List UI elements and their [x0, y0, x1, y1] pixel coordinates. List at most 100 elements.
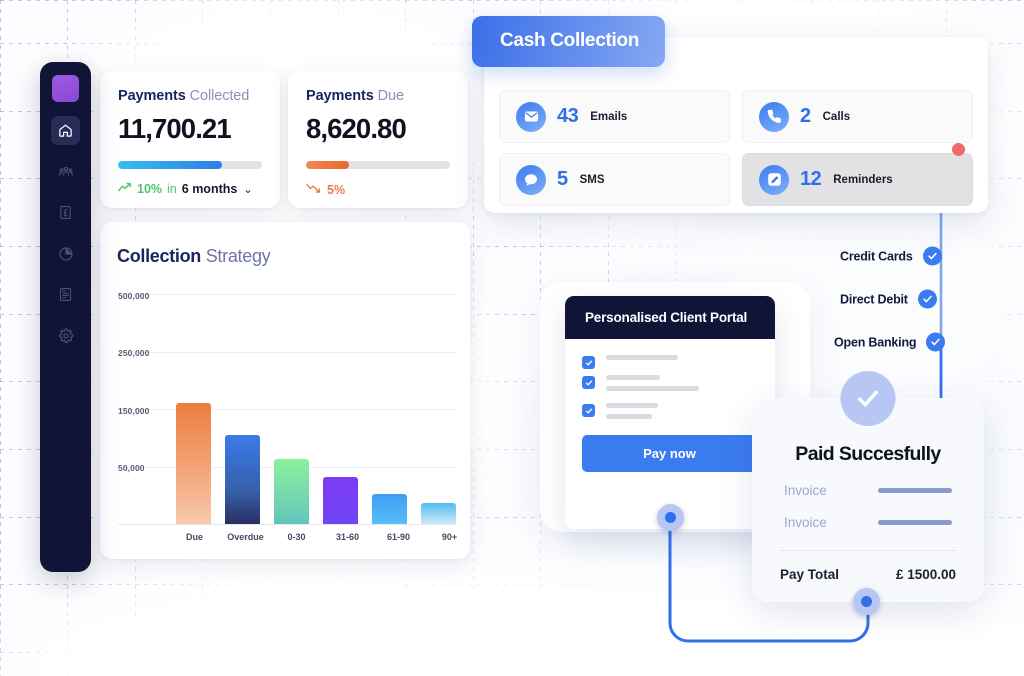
- pay-total-value: £ 1500.00: [895, 567, 956, 582]
- cc-tile-sms[interactable]: 5 SMS: [499, 153, 730, 206]
- checkbox-checked-icon[interactable]: [582, 376, 595, 389]
- invoice-label: Invoice: [784, 483, 827, 498]
- cc-tile-emails[interactable]: 43 Emails: [499, 90, 730, 143]
- collection-strategy-card: Collection Strategy 500,000 250,000 150,…: [100, 222, 470, 559]
- payment-method-open-banking[interactable]: Open Banking: [834, 332, 946, 352]
- check-circle-icon: [926, 332, 946, 352]
- kpi-progress-track: [118, 161, 262, 169]
- paid-title: Paid Succesfully: [795, 443, 941, 465]
- connector-dot-portal[interactable]: [657, 504, 684, 531]
- users-icon: [58, 164, 74, 180]
- x-axis-tick: 0-30: [287, 532, 306, 542]
- invoice-label: Invoice: [784, 515, 827, 530]
- y-axis-tick: 500,000: [118, 291, 150, 301]
- kpi-value: 8,620.80: [306, 113, 407, 144]
- y-axis-tick: 150,000: [118, 405, 150, 416]
- checkbox-checked-icon[interactable]: [582, 356, 595, 369]
- list-item[interactable]: [582, 355, 757, 369]
- x-axis-tick: Due: [185, 532, 203, 542]
- checkbox-checked-icon[interactable]: [582, 404, 595, 417]
- list-item[interactable]: [582, 375, 757, 397]
- cc-count: 43: [557, 105, 579, 127]
- kpi-title-bold: Payments: [118, 88, 186, 104]
- kpi-title: Payments Collected: [118, 88, 262, 104]
- sidebar-item-payments[interactable]: [51, 198, 80, 227]
- chart-bars: [176, 294, 456, 524]
- list-item[interactable]: [582, 403, 757, 425]
- connector-dot-paid[interactable]: [853, 588, 880, 615]
- pay-total-label: Pay Total: [780, 567, 840, 582]
- list-item-lines: [606, 375, 757, 397]
- cc-tile-calls[interactable]: 2 Calls: [742, 90, 973, 143]
- bar-90-plus[interactable]: [421, 503, 456, 524]
- kpi-trend-period: 6 months: [181, 182, 238, 196]
- sidebar-item-reports[interactable]: [51, 239, 80, 268]
- kpi-trend-pct: 5%: [327, 182, 346, 197]
- x-axis-tick: 90+: [441, 532, 458, 542]
- chart-title-bold: Collection: [117, 246, 202, 266]
- payment-method-credit-cards[interactable]: Credit Cards: [840, 246, 942, 266]
- sidebar: [40, 62, 91, 572]
- y-axis-tick: 50,000: [118, 463, 145, 473]
- pound-money-icon: [58, 205, 73, 220]
- trend-down-icon: [306, 182, 322, 197]
- cc-count: 12: [800, 168, 822, 190]
- cash-collection-badge: Cash Collection: [472, 16, 666, 67]
- cc-label: SMS: [579, 173, 605, 186]
- payment-method-label: Open Banking: [834, 335, 917, 349]
- app-logo-icon[interactable]: [52, 75, 79, 102]
- cc-label: Calls: [822, 110, 851, 123]
- kpi-card-payments-collected: Payments Collected 11,700.21 10% in 6 mo…: [100, 71, 280, 208]
- invoice-row: Invoice: [752, 515, 984, 530]
- bar-61-90[interactable]: [372, 494, 407, 524]
- bar-column[interactable]: [421, 294, 456, 524]
- bar-0-30[interactable]: [274, 459, 309, 524]
- chart-title: Collection Strategy: [117, 246, 271, 267]
- canvas: Payments Collected 11,700.21 10% in 6 mo…: [0, 0, 1024, 676]
- client-portal-body: Pay now: [565, 339, 775, 488]
- bar-column[interactable]: [323, 294, 358, 524]
- phone-icon: [759, 101, 789, 132]
- x-axis-tick: 61-90: [386, 532, 411, 542]
- payment-method-direct-debit[interactable]: Direct Debit: [840, 289, 937, 309]
- sidebar-item-home[interactable]: [51, 116, 80, 145]
- bar-column[interactable]: [176, 294, 211, 524]
- sidebar-item-settings[interactable]: [51, 321, 80, 350]
- kpi-trend: 10% in 6 months ⌄: [118, 182, 262, 196]
- bar-31-60[interactable]: [323, 476, 358, 524]
- reminder-edit-icon: [759, 164, 789, 195]
- sms-bubble-icon: [516, 164, 546, 195]
- invoice-value-placeholder: [878, 520, 952, 525]
- sidebar-item-documents[interactable]: [51, 280, 80, 309]
- check-mark-icon: [840, 371, 896, 426]
- pie-chart-icon: [58, 246, 74, 262]
- chart-plot-area: 500,000 250,000 150,000 50,000 Due Overd…: [118, 291, 457, 542]
- divider: [779, 550, 957, 551]
- kpi-trend-pct: 10%: [137, 182, 163, 196]
- kpi-title-light: Collected: [189, 88, 250, 104]
- kpi-progress-fill: [118, 161, 222, 169]
- cc-label: Reminders: [833, 173, 893, 186]
- pay-now-button[interactable]: Pay now: [582, 435, 757, 472]
- gear-icon: [58, 327, 74, 344]
- chevron-down-icon[interactable]: ⌄: [243, 183, 252, 196]
- kpi-title-bold: Payments: [306, 88, 374, 104]
- list-item-lines: [606, 403, 757, 425]
- bar-overdue[interactable]: [225, 435, 260, 524]
- bar-due[interactable]: [176, 403, 211, 524]
- cc-tile-reminders[interactable]: 12 Reminders: [742, 153, 973, 206]
- invoice-row: Invoice: [752, 483, 984, 498]
- payment-method-label: Credit Cards: [840, 249, 913, 263]
- document-icon: [58, 287, 73, 302]
- kpi-trend: 5%: [306, 182, 450, 197]
- kpi-progress-track: [306, 161, 450, 169]
- pay-total-row: Pay Total £ 1500.00: [752, 567, 984, 582]
- bar-column[interactable]: [274, 294, 309, 524]
- email-icon: [516, 101, 546, 132]
- sidebar-item-users[interactable]: [51, 157, 80, 186]
- check-circle-icon: [922, 246, 942, 266]
- bar-column[interactable]: [225, 294, 260, 524]
- kpi-value: 11,700.21: [118, 113, 232, 144]
- x-axis-tick: 31-60: [335, 532, 360, 542]
- bar-column[interactable]: [372, 294, 407, 524]
